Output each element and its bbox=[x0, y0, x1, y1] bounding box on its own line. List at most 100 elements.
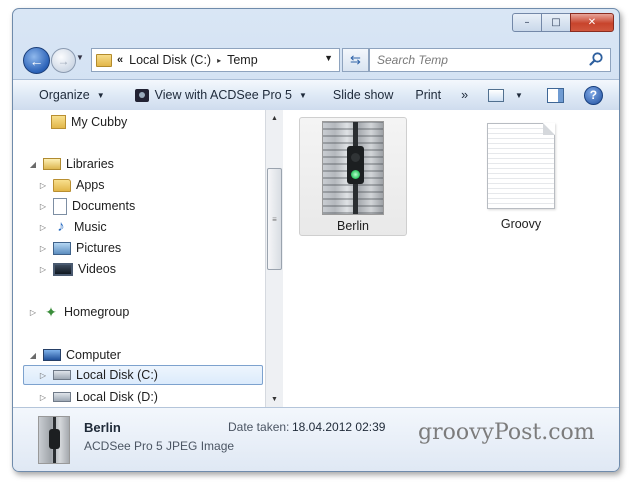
explorer-window: – □ ✕ ← → ▼ « Local Disk (C:) ▸ Temp ▼ ⇆… bbox=[12, 8, 620, 472]
nav-label-music: Music bbox=[74, 220, 107, 234]
breadcrumb-separator-icon[interactable]: ▸ bbox=[217, 56, 221, 65]
print-button[interactable]: Print bbox=[401, 80, 449, 110]
scrollbar-thumb[interactable]: ≡ bbox=[267, 168, 282, 270]
content-area: My Cubby ◢ Libraries ▷ Apps ▷ Documents … bbox=[13, 110, 619, 407]
more-commands-label: » bbox=[461, 88, 469, 102]
watermark: groovyPost.com bbox=[418, 420, 595, 445]
nav-item-pictures[interactable]: ▷ Pictures bbox=[39, 238, 121, 258]
print-label: Print bbox=[415, 88, 442, 102]
drive-icon bbox=[53, 392, 71, 402]
chevron-down-icon: ▼ bbox=[96, 90, 105, 100]
collapsed-triangle-icon[interactable]: ▷ bbox=[39, 202, 47, 211]
computer-icon bbox=[43, 349, 61, 361]
nav-item-libraries[interactable]: ◢ Libraries bbox=[29, 154, 114, 174]
collapsed-triangle-icon[interactable]: ▷ bbox=[39, 371, 47, 380]
nav-label-libraries: Libraries bbox=[66, 157, 114, 171]
change-view-button[interactable]: ▼ bbox=[476, 80, 531, 110]
nav-item-local-disk-d[interactable]: ▷ Local Disk (D:) bbox=[39, 387, 158, 407]
details-file-name: Berlin bbox=[84, 420, 121, 435]
nav-item-computer[interactable]: ◢ Computer bbox=[29, 345, 121, 365]
forward-button[interactable]: → bbox=[51, 48, 76, 73]
image-thumbnail bbox=[322, 121, 384, 215]
nav-item-my-cubby[interactable]: My Cubby bbox=[37, 112, 127, 132]
drive-icon bbox=[53, 370, 71, 380]
collapsed-triangle-icon[interactable]: ▷ bbox=[39, 223, 47, 232]
navigation-pane: My Cubby ◢ Libraries ▷ Apps ▷ Documents … bbox=[13, 110, 264, 407]
details-thumbnail bbox=[38, 416, 70, 464]
close-button[interactable]: ✕ bbox=[570, 13, 614, 32]
chevron-down-icon: ▼ bbox=[515, 90, 523, 100]
nav-label-local-disk-d: Local Disk (D:) bbox=[76, 390, 158, 404]
collapsed-triangle-icon[interactable]: ▷ bbox=[39, 265, 47, 274]
documents-icon bbox=[53, 197, 67, 215]
videos-icon bbox=[53, 262, 73, 276]
acdsee-icon bbox=[134, 88, 149, 102]
collapsed-triangle-icon[interactable]: ▷ bbox=[39, 393, 47, 402]
date-taken-label: Date taken: bbox=[228, 420, 290, 434]
nav-label-my-cubby: My Cubby bbox=[71, 115, 128, 129]
nav-label-apps: Apps bbox=[76, 178, 105, 192]
help-button[interactable]: ? bbox=[572, 80, 611, 110]
view-with-acdsee-button[interactable]: View with ACDSee Pro 5 ▼ bbox=[113, 80, 315, 110]
navigation-bar: ← → ▼ « Local Disk (C:) ▸ Temp ▼ ⇆ bbox=[13, 43, 619, 77]
slideshow-button[interactable]: Slide show bbox=[315, 80, 401, 110]
maximize-button[interactable]: □ bbox=[541, 13, 571, 32]
organize-label: Organize bbox=[39, 88, 90, 102]
details-file-type: ACDSee Pro 5 JPEG Image bbox=[84, 439, 235, 453]
homegroup-icon: ✦ bbox=[45, 304, 57, 320]
view-with-label: View with ACDSee Pro 5 bbox=[154, 88, 292, 102]
nav-item-documents[interactable]: ▷ Documents bbox=[39, 196, 135, 216]
nav-item-videos[interactable]: ▷ Videos bbox=[39, 259, 116, 279]
preview-pane-icon bbox=[546, 87, 564, 103]
breadcrumb-temp[interactable]: Temp bbox=[227, 53, 258, 67]
collapsed-triangle-icon[interactable]: ▷ bbox=[29, 308, 37, 317]
address-bar[interactable]: « Local Disk (C:) ▸ Temp ▼ bbox=[91, 48, 340, 72]
file-name: Berlin bbox=[337, 219, 369, 233]
file-name: Groovy bbox=[500, 217, 542, 231]
folder-icon bbox=[53, 178, 71, 192]
cubby-folder-icon bbox=[51, 115, 66, 129]
nav-item-music[interactable]: ▷ ♪ Music bbox=[39, 217, 107, 237]
view-mode-icon bbox=[488, 88, 505, 102]
preview-pane-button[interactable] bbox=[531, 80, 572, 110]
collapsed-triangle-icon[interactable]: ▷ bbox=[39, 244, 47, 253]
more-commands-button[interactable]: » bbox=[449, 80, 476, 110]
search-box[interactable] bbox=[369, 48, 611, 72]
nav-item-apps[interactable]: ▷ Apps bbox=[39, 175, 105, 195]
minimize-button[interactable]: – bbox=[512, 13, 542, 32]
address-dropdown-icon[interactable]: ▼ bbox=[324, 53, 333, 63]
organize-button[interactable]: Organize ▼ bbox=[13, 80, 113, 110]
nav-label-pictures: Pictures bbox=[76, 241, 122, 255]
navigation-pane-scrollbar[interactable]: ▲ ≡ ▼ bbox=[265, 110, 283, 407]
nav-label-computer: Computer bbox=[66, 348, 121, 362]
nav-item-local-disk-c[interactable]: ▷ Local Disk (C:) bbox=[23, 365, 263, 385]
expanded-triangle-icon[interactable]: ◢ bbox=[29, 160, 37, 169]
collapsed-triangle-icon[interactable]: ▷ bbox=[39, 181, 47, 190]
address-overflow[interactable]: « bbox=[117, 54, 123, 66]
slideshow-label: Slide show bbox=[332, 88, 394, 102]
chevron-down-icon: ▼ bbox=[299, 90, 307, 100]
nav-item-homegroup[interactable]: ▷ ✦ Homegroup bbox=[29, 302, 129, 322]
text-document-icon bbox=[487, 123, 555, 209]
help-icon: ? bbox=[583, 85, 603, 105]
nav-label-local-disk-c: Local Disk (C:) bbox=[76, 368, 158, 382]
command-bar: Organize ▼ View with ACDSee Pro 5 ▼ Slid… bbox=[13, 79, 619, 111]
date-taken-value[interactable]: 18.04.2012 02:39 bbox=[292, 420, 385, 434]
recent-pages-dropdown[interactable]: ▼ bbox=[76, 53, 84, 62]
back-button[interactable]: ← bbox=[23, 47, 50, 74]
expanded-triangle-icon[interactable]: ◢ bbox=[29, 351, 37, 360]
pictures-icon bbox=[53, 241, 71, 255]
search-input[interactable] bbox=[375, 49, 579, 71]
search-icon[interactable] bbox=[588, 51, 604, 67]
breadcrumb-local-disk-c[interactable]: Local Disk (C:) bbox=[129, 53, 211, 67]
folder-icon bbox=[96, 53, 112, 67]
scroll-down-arrow-icon[interactable]: ▼ bbox=[266, 391, 283, 407]
libraries-icon bbox=[43, 158, 61, 170]
scroll-up-arrow-icon[interactable]: ▲ bbox=[266, 110, 283, 126]
refresh-button[interactable]: ⇆ bbox=[342, 48, 369, 72]
file-item-groovy[interactable]: Groovy bbox=[468, 117, 574, 234]
caption-buttons: – □ ✕ bbox=[512, 13, 614, 32]
file-item-berlin[interactable]: Berlin bbox=[299, 117, 407, 236]
nav-label-homegroup: Homegroup bbox=[64, 305, 130, 319]
nav-label-documents: Documents bbox=[72, 199, 136, 213]
